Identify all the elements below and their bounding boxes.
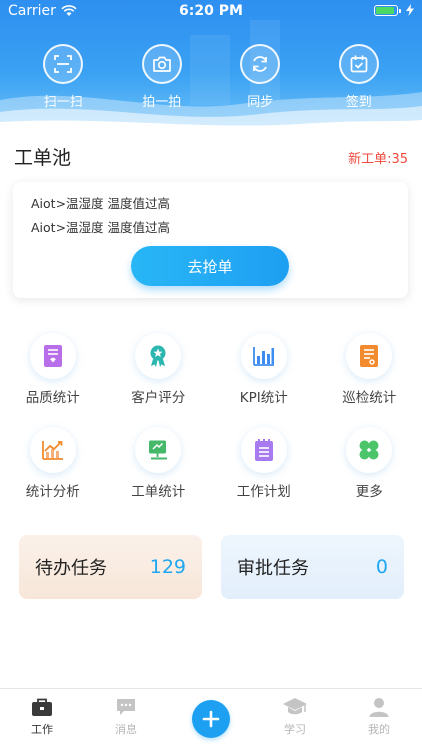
grid-item-analysis[interactable]: 统计分析 [0, 427, 105, 521]
grid-item-more[interactable]: 更多 [317, 427, 422, 521]
grid-item-work-plan[interactable]: 工作计划 [211, 427, 316, 521]
tab-mine-label: 我的 [368, 723, 390, 736]
checkin-icon [350, 55, 368, 73]
grid-label: 巡检统计 [342, 390, 397, 406]
tab-work[interactable]: 工作 [12, 697, 72, 737]
tab-work-label: 工作 [31, 723, 53, 736]
grid-label: 工作计划 [236, 484, 291, 500]
scan-label: 扫一扫 [43, 95, 83, 110]
quick-actions: 扫一扫 拍一拍 同步 签到 [0, 44, 422, 110]
status-time: 6:20 PM [179, 3, 243, 19]
header-banner: Carrier 6:20 PM 扫一扫 拍一拍 同步 签到 [0, 0, 422, 132]
pool-header: 工单池 新工单:35 [14, 142, 408, 170]
checkin-label: 签到 [345, 95, 372, 110]
briefcase-icon [32, 698, 52, 716]
bar-chart-icon [252, 347, 274, 366]
photo-label: 拍一拍 [142, 95, 182, 110]
function-grid: 品质统计 客户评分 KPI统计 巡检统计 统计分析 工单统计 工作计划 更多 [0, 333, 422, 521]
trend-chart-icon [41, 441, 63, 460]
monitor-icon [149, 440, 168, 460]
todo-tasks-count: 129 [149, 556, 186, 578]
clover-icon [359, 440, 379, 460]
grab-order-button[interactable]: 去抢单 [131, 246, 289, 286]
scan-icon [54, 55, 73, 73]
grid-item-quality[interactable]: 品质统计 [0, 333, 105, 427]
scan-button[interactable]: 扫一扫 [28, 44, 98, 110]
grid-item-inspection[interactable]: 巡检统计 [317, 333, 422, 427]
pool-card: Aiot>温湿度 温度值过高 Aiot>温湿度 温度值过高 去抢单 [13, 182, 408, 298]
grid-label: 品质统计 [25, 390, 80, 406]
charging-bolt-icon [406, 4, 414, 16]
tab-bar: 工作 消息 学习 我的 [0, 688, 422, 750]
plus-icon [202, 710, 220, 728]
alarm-item[interactable]: Aiot>温湿度 温度值过高 [31, 217, 170, 236]
approval-tasks-title: 审批任务 [237, 558, 309, 579]
grid-label: 更多 [355, 484, 383, 500]
tab-messages[interactable]: 消息 [96, 697, 156, 737]
battery-icon [374, 4, 401, 16]
quality-icon [43, 345, 62, 367]
plan-icon [254, 439, 273, 461]
tab-learning-label: 学习 [284, 723, 306, 736]
approval-tasks-card[interactable]: 审批任务 0 [221, 535, 404, 599]
camera-icon [152, 56, 171, 72]
photo-button[interactable]: 拍一拍 [127, 44, 197, 110]
grid-label: 工单统计 [131, 484, 186, 500]
sync-button[interactable]: 同步 [225, 44, 295, 110]
sync-icon [253, 56, 268, 72]
grid-label: KPI统计 [239, 390, 288, 406]
approval-tasks-count: 0 [375, 556, 388, 578]
award-icon [150, 345, 166, 367]
todo-tasks-title: 待办任务 [35, 558, 107, 579]
status-bar: Carrier 6:20 PM [0, 0, 422, 24]
grid-label: 客户评分 [131, 390, 186, 406]
tab-mine[interactable]: 我的 [349, 697, 409, 737]
pool-title: 工单池 [14, 147, 72, 169]
tab-learning[interactable]: 学习 [265, 697, 325, 737]
grid-item-work-order-stats[interactable]: 工单统计 [106, 427, 211, 521]
message-icon [117, 699, 135, 715]
user-icon [369, 698, 389, 717]
todo-tasks-card[interactable]: 待办任务 129 [19, 535, 202, 599]
grid-item-kpi[interactable]: KPI统计 [211, 333, 316, 427]
tab-messages-label: 消息 [115, 723, 137, 736]
grid-item-customer-rating[interactable]: 客户评分 [106, 333, 211, 427]
new-orders-count[interactable]: 新工单:35 [348, 148, 408, 167]
sync-label: 同步 [247, 95, 274, 110]
grid-label: 统计分析 [25, 484, 80, 500]
add-button[interactable] [192, 700, 230, 738]
checkin-button[interactable]: 签到 [324, 44, 394, 110]
inspection-icon [360, 345, 379, 367]
graduation-cap-icon [283, 698, 307, 715]
alarm-item[interactable]: Aiot>温湿度 温度值过高 [31, 193, 170, 212]
